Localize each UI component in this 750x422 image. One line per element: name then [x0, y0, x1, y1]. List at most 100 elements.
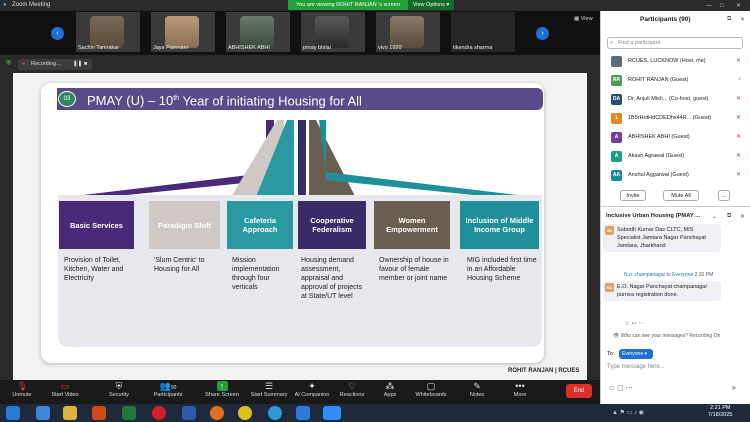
whiteboards-button[interactable]: ▢ Whiteboards — [411, 381, 451, 398]
chrome-icon[interactable] — [238, 406, 252, 420]
close-panel-icon[interactable]: ✕ — [740, 16, 745, 23]
participant-row[interactable]: A ABHISHEK ABHI (Guest) ✕ — [611, 131, 743, 146]
start-icon[interactable] — [6, 406, 20, 420]
send-icon[interactable]: ➤ — [731, 384, 737, 392]
whiteboard-icon: ▢ — [426, 381, 436, 391]
firefox-icon[interactable] — [210, 406, 224, 420]
strip-next-button[interactable]: › — [536, 27, 549, 40]
slide-title-suffix: Year of initiating Housing for All — [179, 93, 362, 109]
participants-button[interactable]: 👥90 Participants — [148, 381, 188, 398]
eye-icon: 👁 — [613, 333, 621, 339]
ie-icon[interactable] — [36, 406, 50, 420]
mute-all-button[interactable]: Mute All — [663, 190, 699, 201]
view-button[interactable]: ▦ View — [574, 16, 593, 22]
mic-muted-icon[interactable]: ✕ — [736, 152, 741, 159]
notes-label: Notes — [469, 392, 485, 398]
people-icon: 👥90 — [159, 381, 177, 391]
participant-name: Anshul Aggarwal (Guest) — [628, 172, 689, 178]
box-cafeteria-approach: Cafeteria Approach — [227, 201, 293, 249]
participant-row[interactable]: RCUES, LUCKNOW (Host, me) ✕ — [611, 55, 743, 70]
ai-companion-button[interactable]: ✦ AI Companion — [292, 381, 332, 398]
stop-recording-button[interactable]: ■ — [84, 59, 87, 70]
start-summary-button[interactable]: ☰ Start Summary — [247, 381, 291, 398]
video-tile[interactable]: pmay bhilai — [301, 12, 365, 52]
popout-icon[interactable]: ⧉ — [727, 213, 731, 220]
more-options-button[interactable]: ... — [718, 190, 730, 201]
more-icon: ••• — [515, 381, 525, 391]
word-icon[interactable] — [182, 406, 196, 420]
participant-search-input[interactable]: ⌕ Find a participant — [607, 37, 743, 49]
reactions-label: Reactions — [339, 392, 365, 398]
shield-icon: ⛨ — [115, 381, 123, 391]
participant-row[interactable]: RR ROHIT RANJAN (Guest) ♪ — [611, 74, 743, 89]
chevron-down-icon[interactable]: ⌄ — [712, 213, 717, 220]
record-dot-icon: ● — [22, 61, 26, 67]
chat-tools-icon[interactable]: ☺ ▢ ⋯ — [608, 384, 633, 392]
sparkle-icon: ✦ — [308, 381, 316, 391]
app-icon[interactable] — [296, 406, 310, 420]
media-icon[interactable] — [92, 406, 106, 420]
mic-muted-icon[interactable]: ✕ — [736, 57, 741, 64]
security-button[interactable]: ⛨ Security — [99, 381, 139, 398]
close-chat-icon[interactable]: ✕ — [740, 213, 745, 220]
mic-muted-icon[interactable]: ✕ — [736, 114, 741, 121]
mic-muted-icon[interactable]: ✕ — [736, 95, 741, 102]
skype-icon[interactable] — [268, 406, 282, 420]
opera-icon[interactable] — [152, 406, 166, 420]
participant-row[interactable]: DA Dr. Anjuli Mish... (Co-host, guest) ✕ — [611, 93, 743, 108]
slide-title: PMAY (U) – 10th Year of initiating Housi… — [57, 88, 543, 110]
panel-divider — [600, 206, 750, 207]
apps-button[interactable]: ⁂ Apps — [370, 381, 410, 398]
tile-name: tikendra sharma — [453, 45, 493, 51]
recipient-dropdown[interactable]: Everyone ▾ — [619, 349, 653, 359]
invite-button[interactable]: Invite — [620, 190, 646, 201]
chat-message: SK Subodh Kumar Das CLTC, MIS Specialist… — [603, 224, 721, 252]
zoom-icon[interactable] — [323, 406, 341, 420]
video-tile[interactable]: Jaya Pamnani — [151, 12, 215, 52]
reaction-icon[interactable]: ☺ ↩ ⋯ — [624, 320, 645, 327]
unmute-button[interactable]: 🎙 Unmute — [2, 381, 42, 398]
view-options-button[interactable]: View Options ▾ — [408, 0, 454, 10]
participants-count: 90 — [170, 385, 177, 391]
chat-input[interactable]: Type message here... — [607, 364, 743, 376]
mic-muted-icon[interactable]: ✕ — [736, 133, 741, 140]
chat-message: NC E.O. Nagar Panchayat champanagar purn… — [603, 281, 721, 301]
mic-muted-icon[interactable]: ✕ — [736, 171, 741, 178]
mic-icon[interactable]: ♪ — [738, 76, 741, 82]
participant-name: RCUES, LUCKNOW (Host, me) — [628, 58, 706, 64]
popout-icon[interactable]: ⧉ — [727, 16, 731, 23]
desc-inclusion-mig: MIG included first time in an Affordable… — [467, 257, 537, 282]
apps-icon: ⁂ — [385, 381, 395, 391]
message-text: Subodh Kumar Das CLTC, MIS Specialist Ja… — [617, 227, 706, 249]
more-button[interactable]: ••• More — [500, 381, 540, 398]
tile-name: vivo 1920 — [378, 45, 402, 51]
notes-button[interactable]: ✎ Notes — [457, 381, 497, 398]
end-button[interactable]: End — [566, 384, 592, 398]
pause-recording-button[interactable]: ❚❚ — [73, 59, 82, 70]
video-tile[interactable]: Sachin Tamrakar — [76, 12, 140, 52]
tile-name: pmay bhilai — [303, 45, 331, 51]
who-can-see[interactable]: 👁 Who can see your messages? Recording O… — [613, 333, 720, 339]
avatar: NC — [605, 283, 614, 292]
strip-prev-button[interactable]: ‹ — [51, 27, 64, 40]
clock-date: 7/18/2025 — [708, 412, 733, 418]
participant-name: Dr. Anjuli Mish... (Co-host, guest) — [628, 96, 709, 102]
video-tile[interactable]: tikendra sharma — [451, 12, 515, 52]
desc-basic-services: Provision of Toilet, Kitchen, Water and … — [64, 257, 124, 282]
participant-name: 1B5rHotHdCDEDhx44R... (Guest) — [628, 115, 712, 121]
video-tile[interactable]: ABHISHEK ABHI — [226, 12, 290, 52]
share-screen-button[interactable]: ↑ Share Screen — [202, 381, 242, 398]
system-tray-icons[interactable]: ▲ ⚑ ▭ ♪ ◉ — [612, 409, 644, 416]
excel-icon[interactable] — [122, 406, 136, 420]
participants-label: Participants — [153, 392, 183, 398]
start-video-button[interactable]: ▭ Start Video — [45, 381, 85, 398]
reactions-button[interactable]: ♡ Reactions — [332, 381, 372, 398]
participant-row[interactable]: AA Anshul Aggarwal (Guest) ✕ — [611, 169, 743, 184]
video-tile[interactable]: vivo 1920 — [376, 12, 440, 52]
participant-row[interactable]: 1 1B5rHotHdCDEDhx44R... (Guest) ✕ — [611, 112, 743, 127]
folder-icon[interactable] — [63, 406, 77, 420]
participant-row[interactable]: A Akash Agrawal (Guest) ✕ — [611, 150, 743, 165]
heart-icon: ♡ — [347, 381, 357, 391]
viewing-banner: You are viewing ROHIT RANJAN 's screen — [288, 0, 408, 10]
taskbar-clock[interactable]: 2:21 PM 7/18/2025 — [708, 405, 732, 419]
